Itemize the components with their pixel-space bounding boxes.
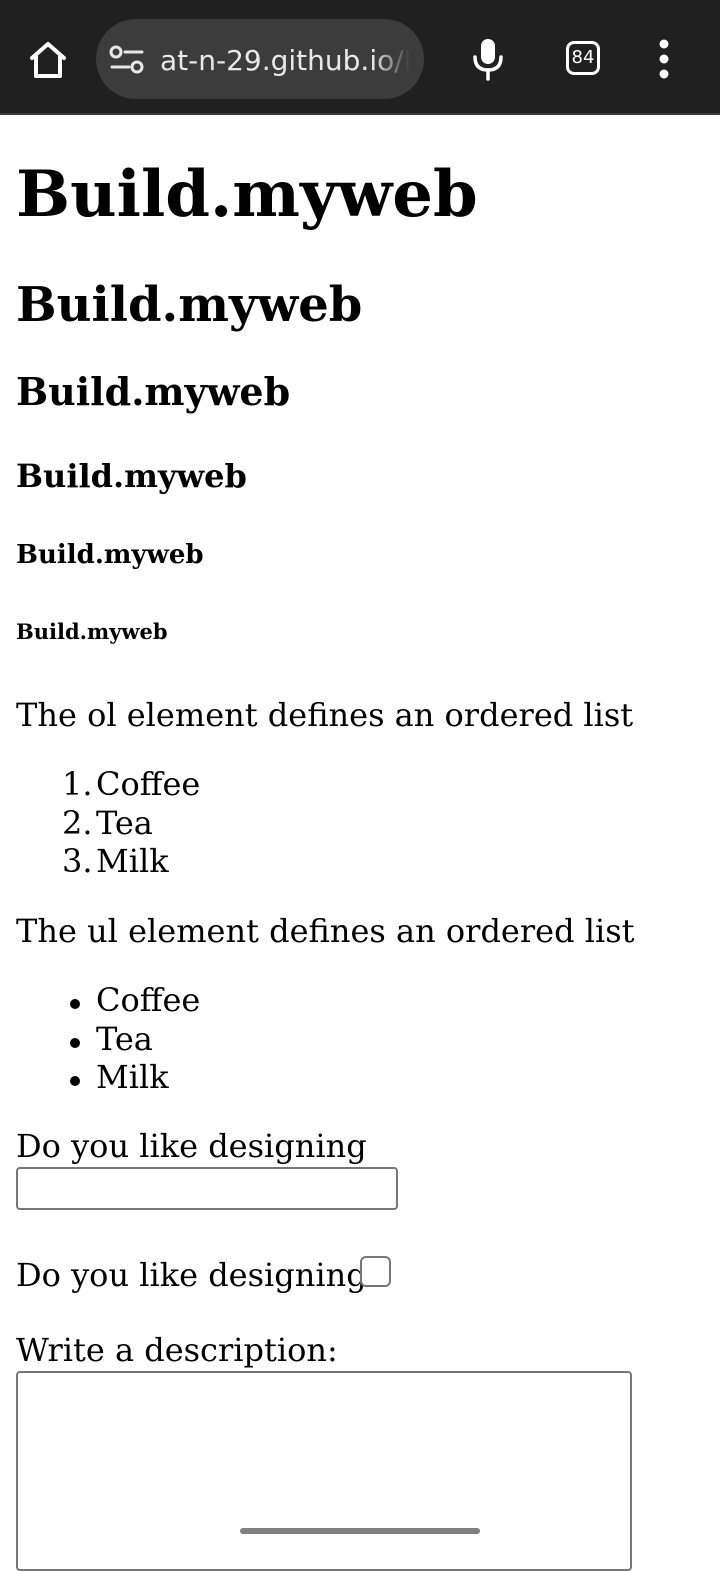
list-number: 2. bbox=[62, 803, 93, 842]
list-item-text: Tea bbox=[96, 1019, 153, 1058]
voice-search-button[interactable] bbox=[466, 36, 510, 82]
list-item-text: Milk bbox=[96, 842, 169, 880]
microphone-icon bbox=[473, 39, 503, 81]
ul-intro-text: The ul element defines an ordered list bbox=[16, 912, 635, 950]
url-text[interactable]: at-n-29.github.io/L bbox=[160, 41, 410, 81]
site-settings-button[interactable] bbox=[108, 43, 146, 77]
description-textarea[interactable] bbox=[16, 1371, 632, 1571]
heading-4: Build.myweb bbox=[16, 457, 247, 495]
list-item-text: Tea bbox=[96, 803, 153, 842]
list-item: 2. Tea bbox=[16, 804, 200, 843]
list-item: Tea bbox=[16, 1020, 200, 1059]
heading-1: Build.myweb bbox=[16, 157, 478, 232]
description-label: Write a description: bbox=[16, 1331, 338, 1369]
heading-6: Build.myweb bbox=[16, 619, 168, 644]
tab-count: 84 bbox=[571, 47, 595, 68]
browser-toolbar: at-n-29.github.io/L 84 bbox=[0, 0, 720, 115]
heading-2: Build.myweb bbox=[16, 277, 363, 333]
designing-checkbox-label: Do you like designing bbox=[16, 1256, 367, 1294]
ordered-list: 1. Coffee 2. Tea 3. Milk bbox=[16, 765, 200, 881]
designing-text-input[interactable] bbox=[16, 1167, 398, 1210]
list-item: Coffee bbox=[16, 981, 200, 1020]
bullet-icon bbox=[70, 1076, 80, 1086]
gesture-navigation-bar[interactable] bbox=[240, 1528, 480, 1534]
home-icon bbox=[30, 42, 66, 78]
designing-checkbox[interactable] bbox=[360, 1256, 391, 1287]
list-number: 3. bbox=[62, 842, 93, 880]
list-number: 1. bbox=[62, 765, 93, 803]
bullet-icon bbox=[70, 999, 80, 1009]
site-settings-icon bbox=[109, 45, 144, 74]
bullet-icon bbox=[70, 1037, 80, 1048]
list-item: 3. Milk bbox=[16, 842, 200, 881]
list-item-text: Coffee bbox=[96, 981, 201, 1019]
list-item-text: Coffee bbox=[96, 765, 201, 803]
ol-intro-text: The ol element defines an ordered list bbox=[16, 696, 634, 734]
home-button[interactable] bbox=[26, 38, 70, 82]
heading-3: Build.myweb bbox=[16, 369, 291, 414]
list-item: Milk bbox=[16, 1058, 200, 1097]
heading-5: Build.myweb bbox=[16, 540, 204, 570]
more-menu-button[interactable] bbox=[648, 38, 680, 82]
list-item: 1. Coffee bbox=[16, 765, 200, 804]
designing-text-label: Do you like designing bbox=[16, 1127, 367, 1165]
list-item-text: Milk bbox=[96, 1058, 169, 1096]
more-vert-icon bbox=[659, 39, 669, 79]
address-bar[interactable]: at-n-29.github.io/L bbox=[96, 19, 424, 99]
unordered-list: Coffee Tea Milk bbox=[16, 981, 200, 1097]
tab-switcher-icon[interactable]: 84 bbox=[566, 41, 600, 75]
